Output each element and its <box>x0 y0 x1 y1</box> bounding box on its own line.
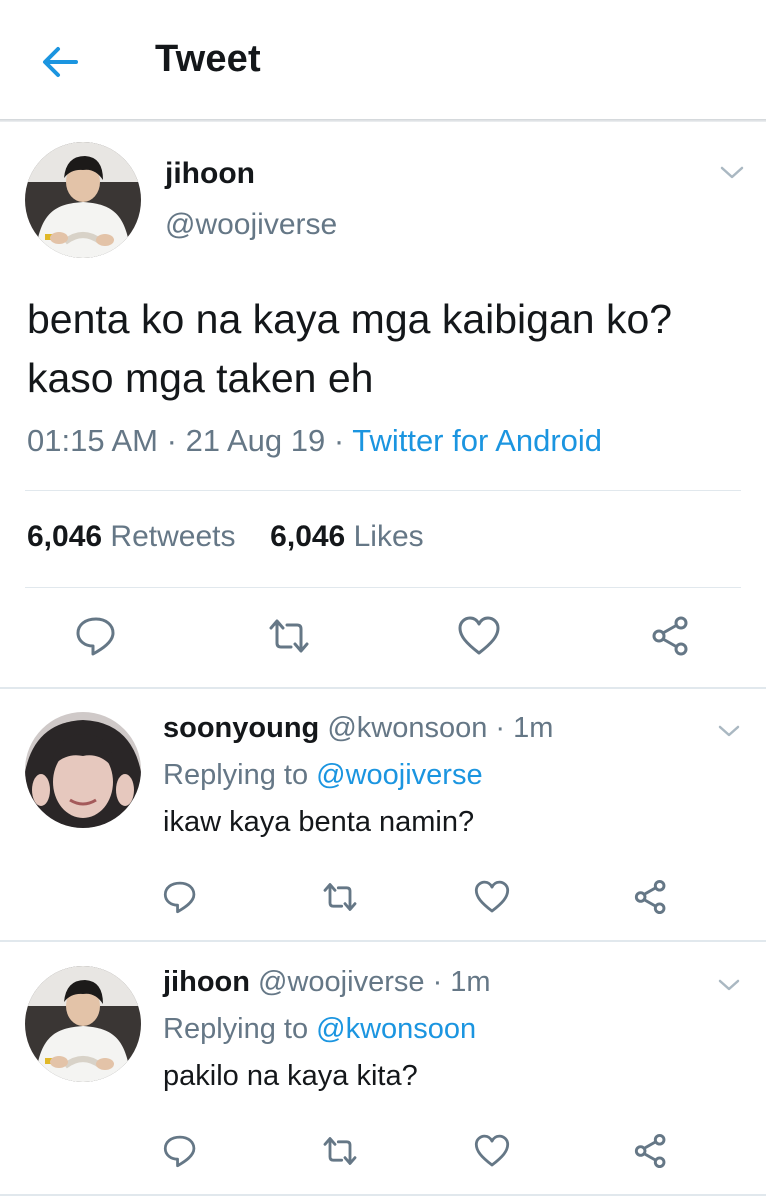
retweet-icon[interactable] <box>265 614 313 658</box>
reply-icon[interactable] <box>162 1132 198 1170</box>
reply-text: ikaw kaya benta namin? <box>163 806 475 838</box>
divider <box>25 587 741 588</box>
reply-icon[interactable] <box>162 878 198 916</box>
tweet-text: benta ko na kaya mga kaibigan ko? kaso m… <box>27 296 673 401</box>
reply-time: 1m <box>450 966 491 998</box>
divider <box>25 490 741 491</box>
replying-to-link[interactable]: @kwonsoon <box>316 1013 476 1045</box>
replying-to: Replying to @woojiverse <box>163 759 483 792</box>
tweet-meta: 01:15 AM · 21 Aug 19 · Twitter for Andro… <box>27 423 602 459</box>
reply-author-handle[interactable]: @kwonsoon <box>327 712 487 744</box>
reply-author-handle[interactable]: @woojiverse <box>258 966 424 998</box>
replying-prefix: Replying to <box>163 1013 309 1045</box>
retweet-icon[interactable] <box>320 1132 360 1170</box>
tweet-source-link[interactable]: Twitter for Android <box>352 423 602 458</box>
heart-icon[interactable] <box>473 1132 511 1170</box>
likes-label: Likes <box>353 520 424 553</box>
meta-dot: · <box>166 423 177 458</box>
meta-dot: · <box>333 423 345 458</box>
replying-to: Replying to @kwonsoon <box>163 1013 476 1046</box>
reply-icon[interactable] <box>74 614 118 658</box>
tweet-separator <box>0 687 766 689</box>
heart-icon[interactable] <box>456 614 502 658</box>
share-icon[interactable] <box>632 1132 670 1170</box>
meta-dot: · <box>432 966 443 998</box>
reply-author-name[interactable]: soonyoung <box>163 712 319 744</box>
reply-author-name[interactable]: jihoon <box>163 966 250 998</box>
back-arrow-icon[interactable] <box>38 40 82 84</box>
heart-icon[interactable] <box>473 878 511 916</box>
chevron-down-icon[interactable] <box>718 162 746 182</box>
reply-time: 1m <box>513 712 554 744</box>
author-handle[interactable]: @woojiverse <box>165 208 337 242</box>
reply-header: jihoon @woojiverse · 1m <box>163 966 491 999</box>
share-icon[interactable] <box>632 878 670 916</box>
like-count: 6,046 <box>270 520 346 553</box>
reply-text: pakilo na kaya kita? <box>163 1060 418 1092</box>
avatar[interactable] <box>25 142 141 258</box>
tweet-time: 01:15 AM <box>27 423 158 458</box>
retweets-label: Retweets <box>110 520 236 553</box>
avatar[interactable] <box>25 712 141 828</box>
chevron-down-icon[interactable] <box>716 976 742 994</box>
reply-header: soonyoung @kwonsoon · 1m <box>163 712 553 745</box>
replying-to-link[interactable]: @woojiverse <box>316 759 482 791</box>
page-title: Tweet <box>155 38 261 80</box>
tweet-date: 21 Aug 19 <box>185 423 326 458</box>
share-icon[interactable] <box>649 614 693 658</box>
retweets-stat[interactable]: 6,046 Retweets <box>27 520 235 553</box>
replying-prefix: Replying to <box>163 759 309 791</box>
tweet-separator <box>0 1194 766 1196</box>
meta-dot: · <box>495 712 506 744</box>
header-divider <box>0 119 766 122</box>
tweet-separator <box>0 940 766 942</box>
avatar[interactable] <box>25 966 141 1082</box>
retweet-count: 6,046 <box>27 520 103 553</box>
chevron-down-icon[interactable] <box>716 722 742 740</box>
author-name[interactable]: jihoon <box>165 157 255 191</box>
tweet-stats: 6,046 Retweets 6,046 Likes <box>27 520 424 554</box>
top-bar: Tweet <box>0 0 766 120</box>
likes-stat[interactable]: 6,046 Likes <box>270 520 423 553</box>
retweet-icon[interactable] <box>320 878 360 916</box>
